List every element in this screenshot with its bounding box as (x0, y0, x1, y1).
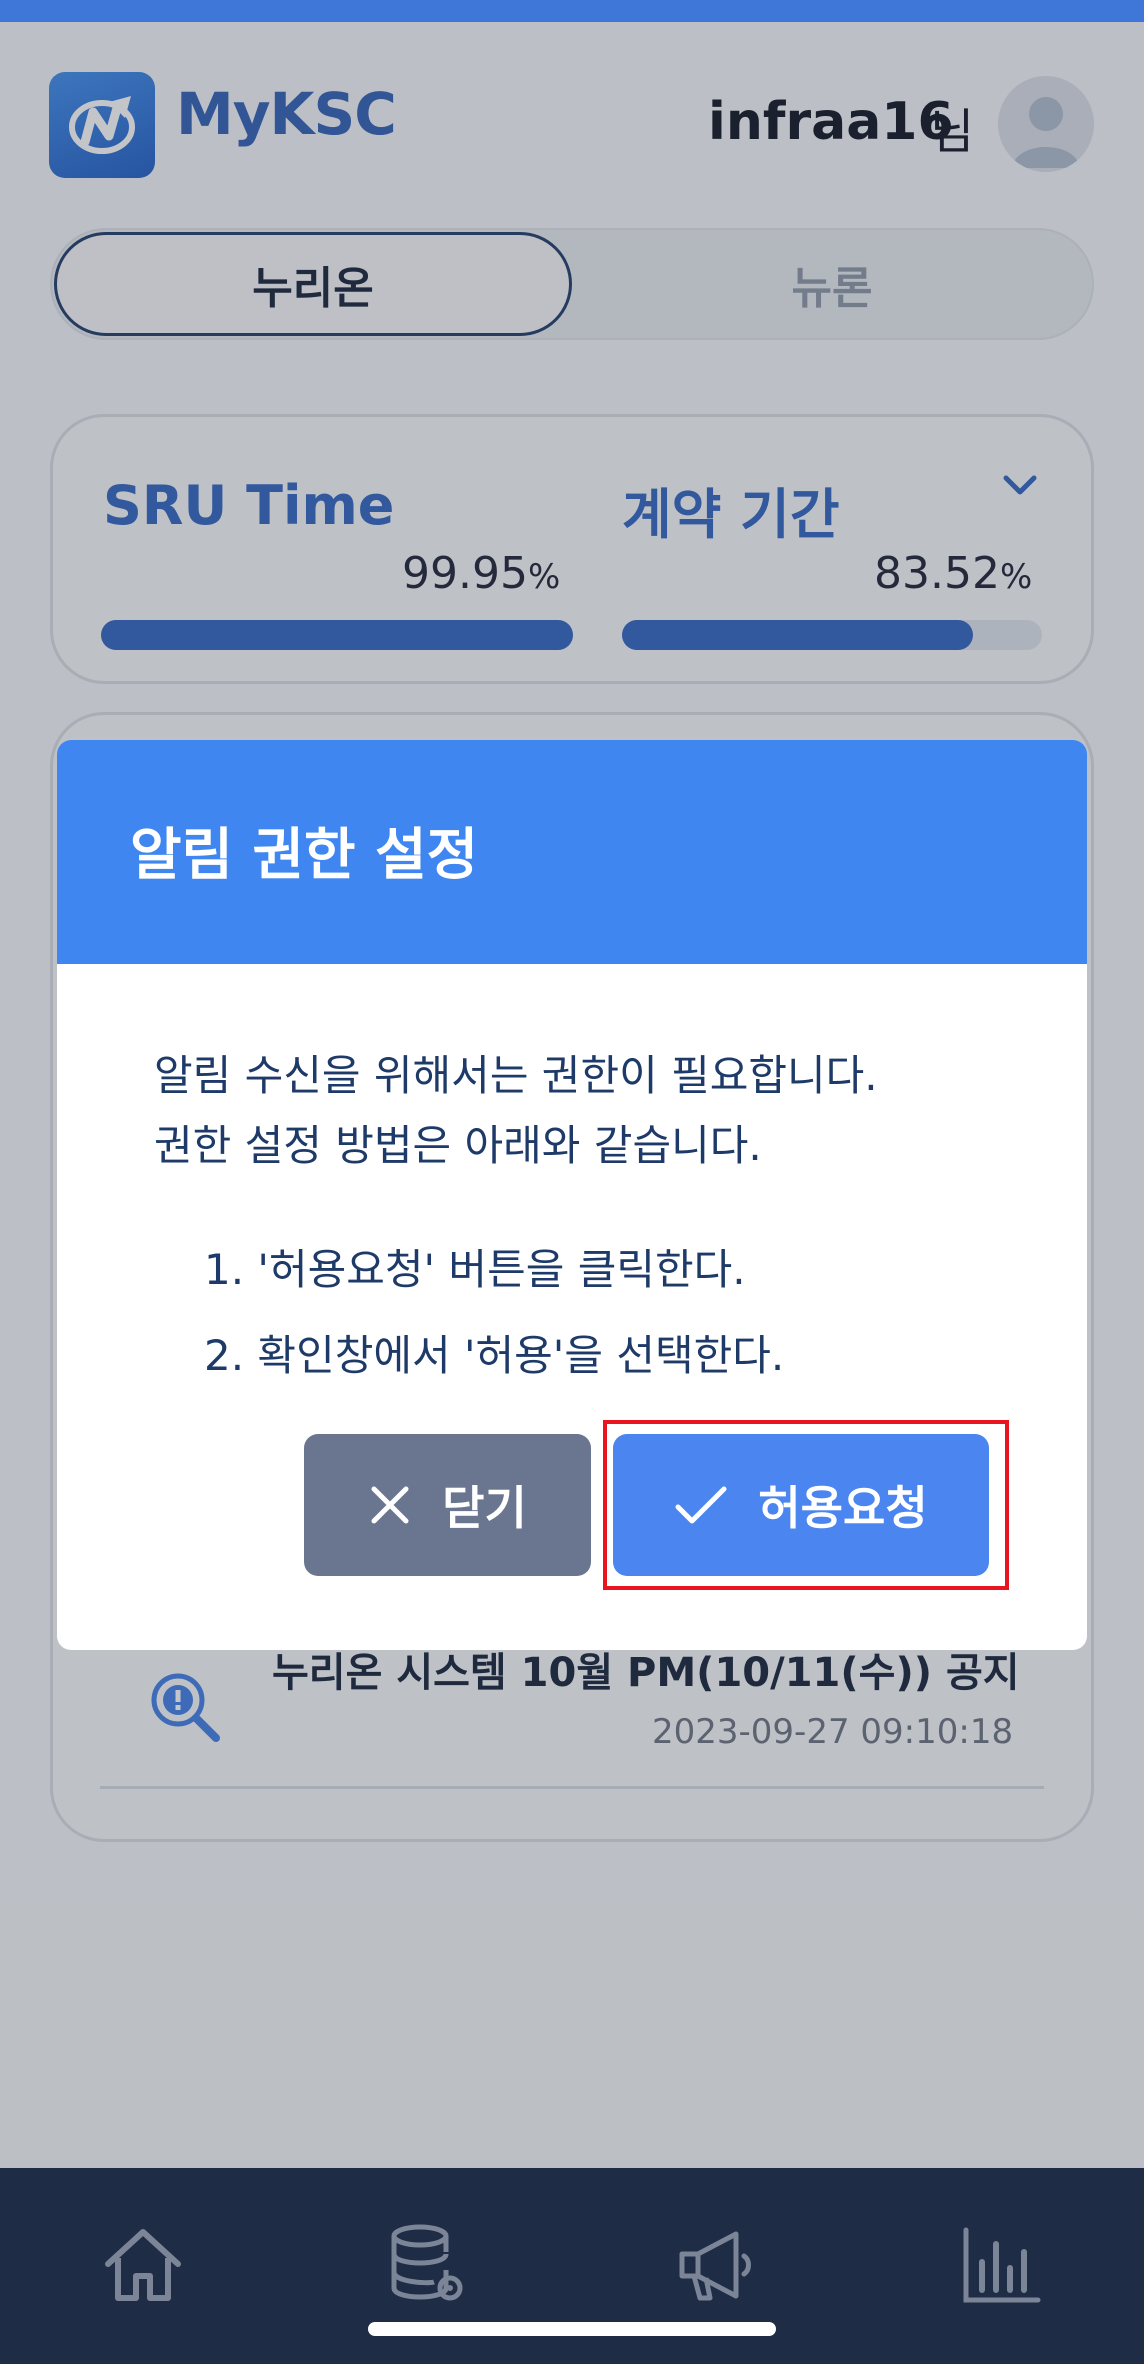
dialog-title: 알림 권한 설정 (130, 823, 479, 888)
dialog-message-line-1: 알림 수신을 위해서는 권한이 필요합니다. (154, 1051, 878, 1100)
database-settings-icon[interactable] (384, 2222, 470, 2308)
highlight-box (603, 1420, 1009, 1590)
dialog-step-2: 2. 확인창에서 '허용'을 선택한다. (204, 1331, 785, 1380)
status-bar-accent (0, 0, 1144, 22)
close-button-label: 닫기 (442, 1481, 527, 1535)
home-indicator (368, 2322, 776, 2336)
dialog-message-line-2: 권한 설정 방법은 아래와 같습니다. (154, 1121, 762, 1170)
home-icon[interactable] (100, 2222, 186, 2308)
close-icon (371, 1486, 409, 1524)
close-button[interactable]: 닫기 (304, 1434, 591, 1576)
dialog-step-1: 1. '허용요청' 버튼을 클릭한다. (204, 1245, 746, 1294)
dialog-header: 알림 권한 설정 (57, 740, 1087, 964)
megaphone-icon[interactable] (670, 2222, 756, 2308)
bar-chart-icon[interactable] (958, 2222, 1044, 2308)
